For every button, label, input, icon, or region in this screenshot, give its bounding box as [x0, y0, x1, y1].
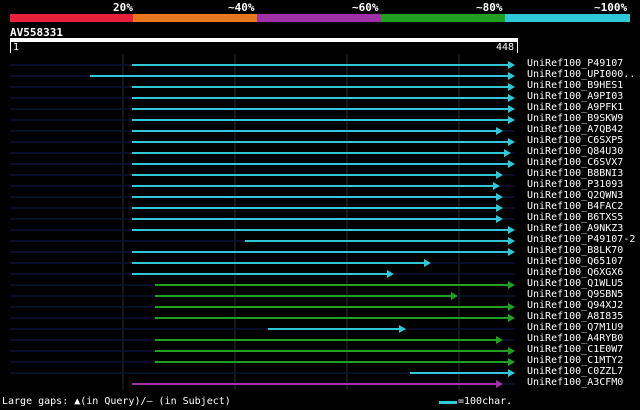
hit-label[interactable]: UniRef100_A9NKZ3 [527, 223, 623, 234]
hit-label[interactable]: UniRef100_P49107 [527, 58, 623, 69]
hit-arrow [508, 226, 515, 234]
scale-bar [439, 401, 457, 404]
hit-arrow [508, 61, 515, 69]
hit-arrow [508, 347, 515, 355]
hit-label[interactable]: UniRef100_B6TXS5 [527, 212, 623, 223]
hit-arrow [508, 160, 515, 168]
hit-label[interactable]: UniRef100_A4RYB0 [527, 333, 623, 344]
hit-arrow [496, 380, 503, 388]
hit-label[interactable]: UniRef100_C1E0W7 [527, 344, 623, 355]
hit-label[interactable]: UniRef100_Q84U30 [527, 146, 623, 157]
hit-arrow [508, 83, 515, 91]
hit-arrow [387, 270, 394, 278]
hit-label[interactable]: UniRef100_A7QB42 [527, 124, 623, 135]
hit-arrow [399, 325, 406, 333]
hit-label[interactable]: UniRef100_Q9SBN5 [527, 289, 623, 300]
hit-arrow [496, 204, 503, 212]
hit-label[interactable]: UniRef100_P49107-2 [527, 234, 635, 245]
hit-label[interactable]: UniRef100_A8I835 [527, 311, 623, 322]
hit-arrow [496, 193, 503, 201]
hit-arrow [451, 292, 458, 300]
hit-label[interactable]: UniRef100_A9PI03 [527, 91, 623, 102]
hit-label[interactable]: UniRef100_B9SKW9 [527, 113, 623, 124]
hit-label[interactable]: UniRef100_Q65107 [527, 256, 623, 267]
hit-label[interactable]: UniRef100_Q2QWN3 [527, 190, 623, 201]
hit-arrow [508, 237, 515, 245]
hit-arrow [496, 171, 503, 179]
hit-label[interactable]: UniRef100_C6SVX7 [527, 157, 623, 168]
hit-label[interactable]: UniRef100_A9PFK1 [527, 102, 623, 113]
hit-arrow [508, 105, 515, 113]
hit-arrow [496, 336, 503, 344]
hit-arrow [508, 303, 515, 311]
hit-arrow [508, 94, 515, 102]
hit-label[interactable]: UniRef100_Q1WLU5 [527, 278, 623, 289]
hit-label[interactable]: UniRef100_Q7M1U9 [527, 322, 623, 333]
footer-gaps-note: Large gaps: ▲(in Query)/– (in Subject) [2, 396, 231, 407]
hit-arrow [508, 369, 515, 377]
hit-label[interactable]: UniRef100_UPI000.. [527, 69, 635, 80]
hit-arrow [508, 116, 515, 124]
hit-label[interactable]: UniRef100_B8BNI3 [527, 168, 623, 179]
hit-label[interactable]: UniRef100_B8LK70 [527, 245, 623, 256]
hit-label[interactable]: UniRef100_B9HES1 [527, 80, 623, 91]
hit-label[interactable]: UniRef100_C6SXP5 [527, 135, 623, 146]
hit-label[interactable]: UniRef100_C1MTY2 [527, 355, 623, 366]
hit-arrow [496, 215, 503, 223]
hit-label[interactable]: UniRef100_Q6XGX6 [527, 267, 623, 278]
hit-arrow [508, 138, 515, 146]
hit-arrow [508, 72, 515, 80]
hit-arrow [504, 149, 511, 157]
hit-arrow [508, 314, 515, 322]
hit-label[interactable]: UniRef100_Q94XJ2 [527, 300, 623, 311]
hit-arrow [508, 248, 515, 256]
hit-label[interactable]: UniRef100_A3CFM0 [527, 377, 623, 388]
hit-arrow [424, 259, 431, 267]
hit-label[interactable]: UniRef100_P31093 [527, 179, 623, 190]
hit-arrow [508, 358, 515, 366]
scale-label: =100char. [458, 396, 513, 407]
hit-arrow [508, 281, 515, 289]
hit-label[interactable]: UniRef100_B4FAC2 [527, 201, 623, 212]
hit-arrow [496, 127, 503, 135]
hit-arrow [493, 182, 500, 190]
hit-label[interactable]: UniRef100_C0ZZL7 [527, 366, 623, 377]
